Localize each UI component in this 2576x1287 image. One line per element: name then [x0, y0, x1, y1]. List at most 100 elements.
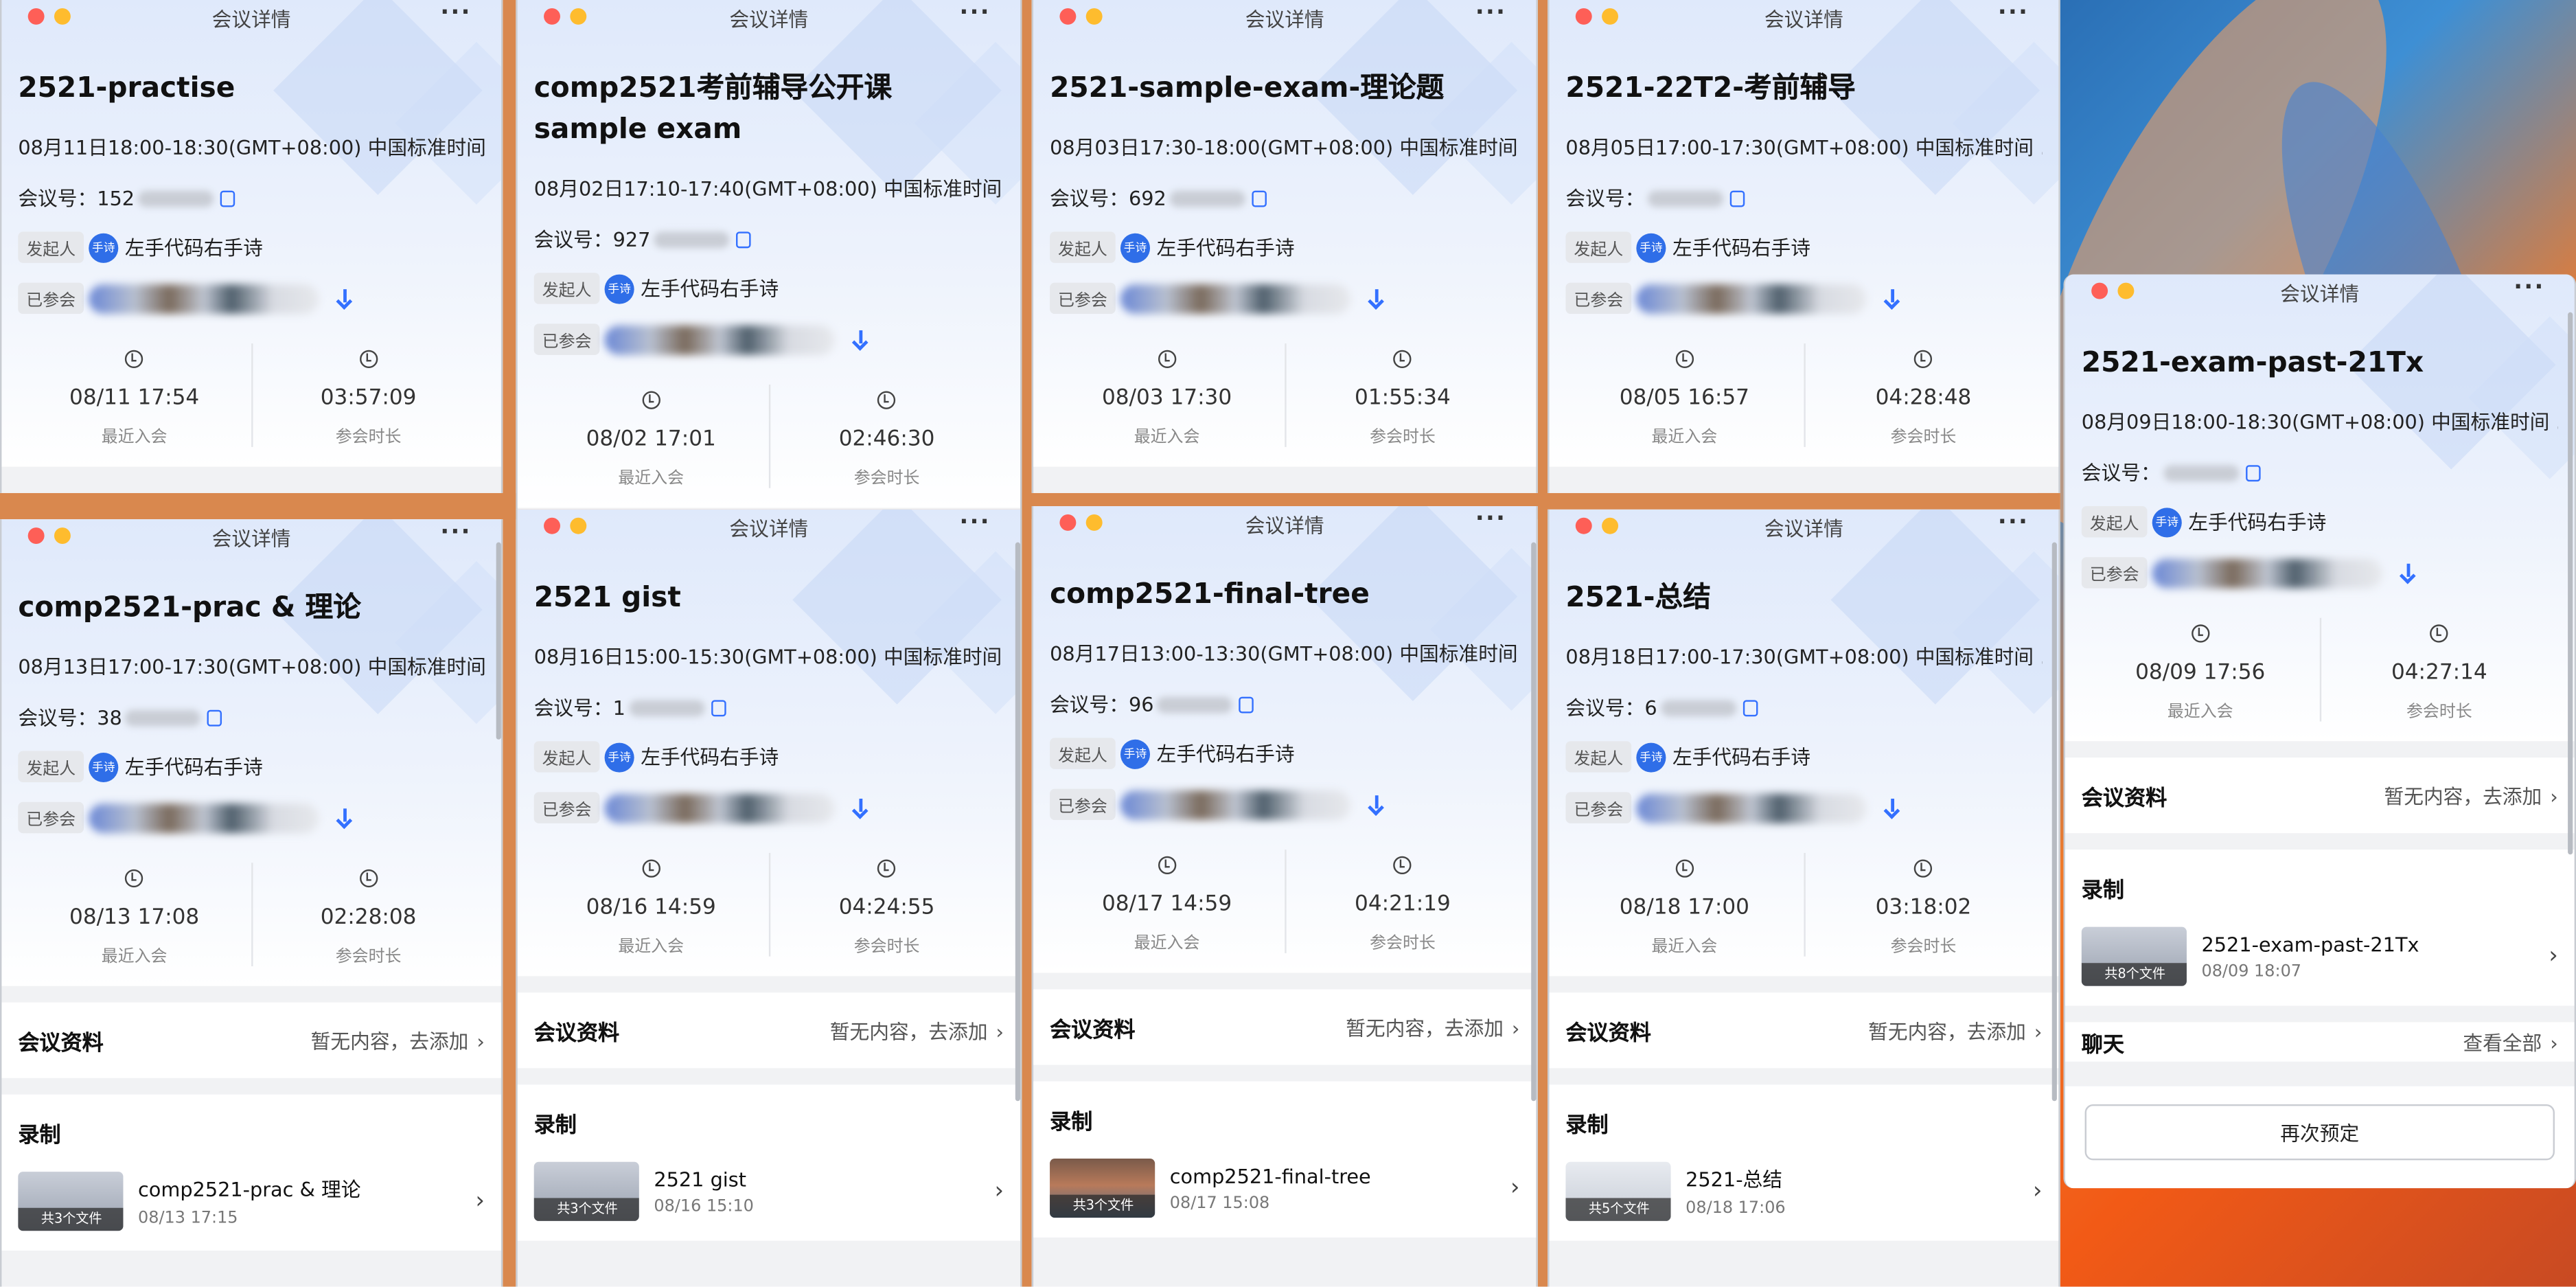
duration-stat: 03:57:09 参会时长: [250, 343, 485, 447]
more-icon[interactable]: ···: [960, 510, 991, 536]
copy-icon[interactable]: [1252, 190, 1267, 207]
stats: 08/02 17:01 最近入会 02:46:30 参会时长: [534, 384, 1004, 488]
last-join-stat: 08/03 17:30 最近入会: [1050, 343, 1284, 447]
redacted-meeting-id: [1157, 696, 1233, 713]
download-icon[interactable]: [1367, 794, 1387, 815]
participant-avatars[interactable]: [604, 793, 835, 823]
wallpaper-strip: [1537, 0, 1548, 1287]
participants-row: 已参会: [18, 282, 485, 315]
materials-action[interactable]: 暂无内容，去添加: [1346, 1016, 1504, 1040]
joined-tag: 已参会: [1565, 282, 1632, 315]
download-icon[interactable]: [2399, 562, 2419, 583]
more-icon[interactable]: ···: [2514, 275, 2544, 301]
recording-item[interactable]: 共3个文件 2521 gist 08/16 15:10 ›: [533, 1139, 1004, 1240]
meeting-id-value: 927: [612, 227, 651, 251]
recording-name: 2521-总结: [1686, 1168, 1782, 1192]
scrollbar[interactable]: [2568, 312, 2573, 855]
footer: 再次预定: [2065, 1086, 2575, 1189]
avatar: 手诗: [1636, 742, 1666, 772]
recording-item[interactable]: 共5个文件 2521-总结 08/18 17:06 ›: [1565, 1139, 2042, 1240]
copy-icon[interactable]: [711, 699, 726, 716]
materials-action[interactable]: 暂无内容，去添加: [2384, 785, 2542, 808]
more-icon[interactable]: ···: [1475, 506, 1506, 532]
participant-avatars[interactable]: [1120, 789, 1350, 819]
recording-section: 录制 共3个文件 comp2521-final-tree 08/17 15:08…: [1033, 1081, 1537, 1238]
scrollbar[interactable]: [2051, 542, 2057, 1102]
materials-action[interactable]: 暂无内容，去添加: [830, 1020, 988, 1043]
meeting-title: 2521-sample-exam-理论题: [1050, 72, 1445, 106]
recording-item[interactable]: 共3个文件 comp2521-final-tree 08/17 15:08 ›: [1050, 1135, 1519, 1237]
materials-section[interactable]: 会议资料 暂无内容，去添加 ›: [1033, 989, 1537, 1065]
download-icon[interactable]: [851, 797, 871, 818]
stats: 08/18 17:00 最近入会 03:18:02 参会时长: [1565, 852, 2042, 957]
more-icon[interactable]: ···: [1998, 0, 2029, 26]
last-join-stat: 08/05 16:57 最近入会: [1565, 343, 1803, 447]
chevron-right-icon: ›: [476, 1029, 485, 1053]
download-icon[interactable]: [335, 808, 355, 828]
joined-tag: 已参会: [2081, 557, 2148, 589]
materials-action[interactable]: 暂无内容，去添加: [1868, 1020, 2026, 1043]
recording-thumbnail: 共3个文件: [533, 1161, 639, 1221]
duration-label: 参会时长: [2406, 703, 2472, 722]
more-icon[interactable]: ···: [1998, 510, 2029, 536]
copy-icon[interactable]: [207, 709, 222, 726]
participant-avatars[interactable]: [2152, 558, 2382, 588]
download-icon[interactable]: [1883, 797, 1902, 818]
copy-icon[interactable]: [1239, 696, 1254, 713]
copy-icon[interactable]: [220, 190, 235, 207]
window-title: 会议详情: [1245, 514, 1324, 538]
recording-item[interactable]: 共3个文件 comp2521-prac & 理论 08/13 17:15 ›: [18, 1149, 485, 1251]
meeting-id-row: 会议号： 96: [1050, 690, 1519, 718]
more-icon[interactable]: ···: [440, 0, 471, 26]
avatar: 手诗: [1636, 232, 1666, 262]
download-icon[interactable]: [1367, 288, 1387, 308]
more-icon[interactable]: ···: [1475, 0, 1506, 26]
materials-section[interactable]: 会议资料 暂无内容，去添加 ›: [2065, 758, 2575, 834]
rebook-button[interactable]: 再次预定: [2084, 1104, 2555, 1161]
participant-avatars[interactable]: [89, 802, 319, 833]
materials-section[interactable]: 会议资料 暂无内容，去添加 ›: [1549, 992, 2059, 1069]
download-icon[interactable]: [851, 329, 871, 350]
meeting-id-value: 96: [1128, 692, 1154, 716]
recording-label: 录制: [18, 1124, 61, 1149]
download-icon[interactable]: [335, 288, 355, 308]
redacted-meeting-id: [2163, 464, 2240, 481]
recording-item[interactable]: 共8个文件 2521-exam-past-21Tx 08/09 18:07 ›: [2081, 904, 2558, 1005]
scrollbar[interactable]: [496, 542, 501, 740]
participants-row: 已参会: [1050, 788, 1519, 821]
last-join-label: 最近入会: [1651, 429, 1718, 447]
participant-avatars[interactable]: [1120, 283, 1350, 313]
recording-time: 08/09 18:07: [2201, 962, 2302, 981]
host-row: 发起人 手诗 左手代码右手诗: [1565, 231, 2042, 263]
recording-time: 08/16 15:10: [654, 1197, 754, 1216]
download-icon[interactable]: [1883, 288, 1902, 308]
meeting-id-label: 会议号：: [1050, 693, 1129, 717]
more-icon[interactable]: ···: [440, 519, 471, 545]
chat-section[interactable]: 聊天 查看全部 ›: [2065, 1022, 2575, 1062]
host-row: 发起人 手诗 左手代码右手诗: [533, 273, 1004, 304]
history-icon: [1158, 350, 1176, 369]
last-join-value: 08/03 17:30: [1101, 386, 1232, 411]
more-icon[interactable]: ···: [960, 0, 991, 26]
materials-section[interactable]: 会议资料 暂无内容，去添加 ›: [1, 1002, 501, 1078]
chat-action[interactable]: 查看全部: [2463, 1032, 2542, 1055]
host-tag: 发起人: [1050, 231, 1116, 263]
participant-avatars[interactable]: [1636, 793, 1867, 823]
participant-avatars[interactable]: [89, 283, 319, 313]
copy-icon[interactable]: [1729, 190, 1745, 207]
recording-label: 录制: [1565, 1114, 1609, 1139]
history-icon: [1158, 856, 1176, 875]
redacted-meeting-id: [654, 231, 730, 248]
recording-label: 录制: [2081, 879, 2125, 904]
copy-icon[interactable]: [735, 231, 751, 248]
participant-avatars[interactable]: [1636, 283, 1867, 313]
copy-icon[interactable]: [2246, 464, 2261, 481]
recording-name: 2521 gist: [654, 1168, 747, 1191]
materials-action[interactable]: 暂无内容，去添加: [311, 1029, 469, 1053]
scrollbar[interactable]: [1015, 542, 1020, 1102]
scrollbar[interactable]: [1531, 542, 1537, 1102]
participant-avatars[interactable]: [604, 324, 835, 354]
materials-section[interactable]: 会议资料 暂无内容，去添加 ›: [517, 992, 1020, 1069]
copy-icon[interactable]: [1743, 699, 1758, 716]
host-row: 发起人 手诗 左手代码右手诗: [1050, 231, 1519, 263]
